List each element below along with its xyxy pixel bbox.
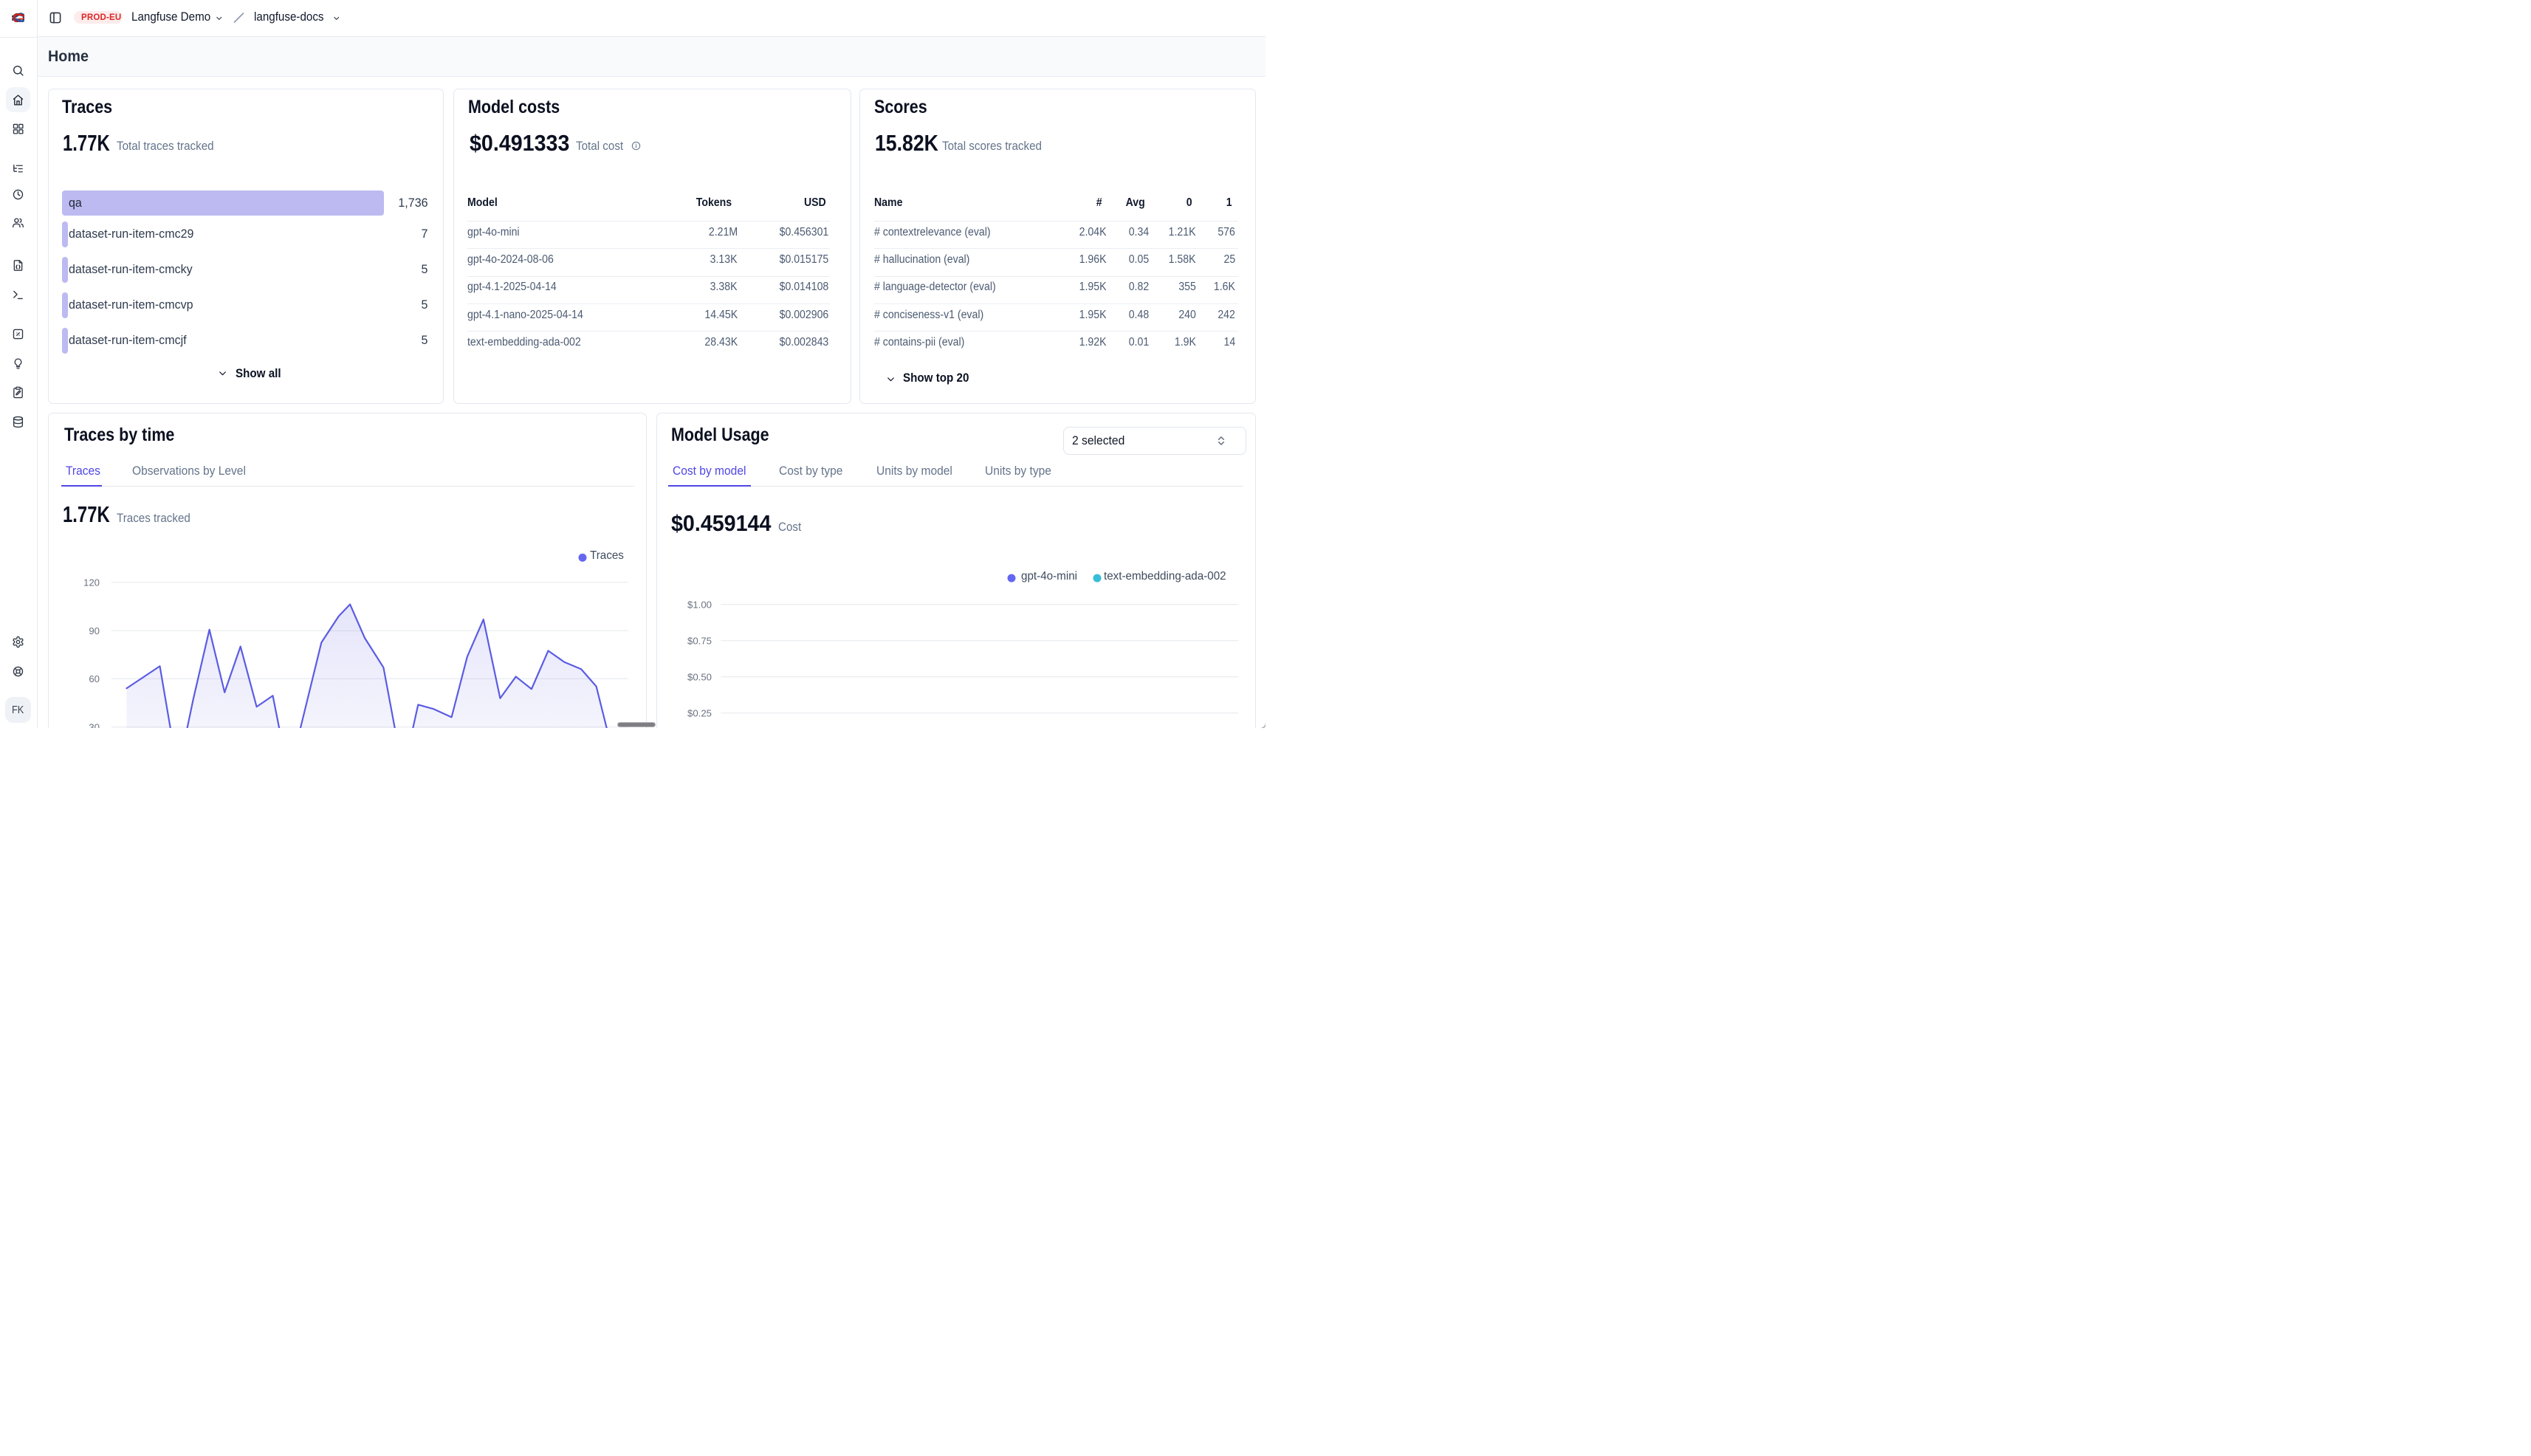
svg-text:$0.50: $0.50: [687, 671, 712, 682]
svg-text:60: 60: [89, 673, 100, 684]
svg-text:$0.75: $0.75: [687, 635, 712, 646]
svg-text:120: 120: [83, 577, 100, 588]
svg-text:$0.25: $0.25: [687, 707, 712, 718]
svg-text:30: 30: [89, 721, 100, 728]
svg-text:$1.00: $1.00: [687, 599, 712, 610]
svg-text:90: 90: [89, 625, 100, 636]
